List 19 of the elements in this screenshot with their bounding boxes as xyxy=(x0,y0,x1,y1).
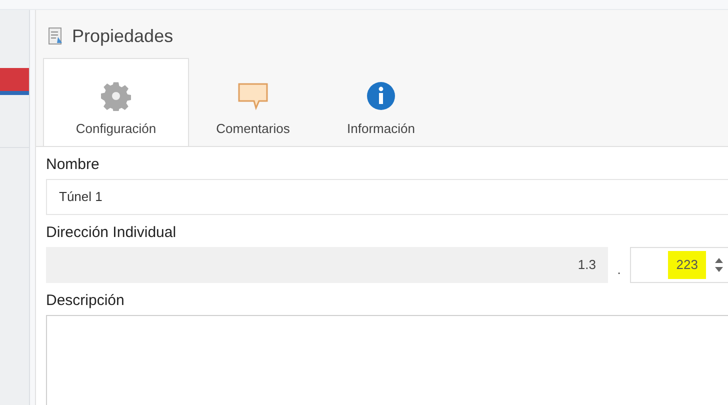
field-label: Nombre xyxy=(46,155,100,175)
document-icon xyxy=(48,27,64,45)
selection-bar xyxy=(0,68,29,95)
info-icon xyxy=(366,80,396,110)
address-number-field[interactable]: 223 xyxy=(630,247,728,283)
tab[interactable]: Información xyxy=(317,58,445,146)
field-label: Dirección Individual xyxy=(46,223,178,243)
tab[interactable]: Comentarios xyxy=(189,58,317,146)
panel-title: Propiedades xyxy=(72,24,174,48)
speech-bubble-icon xyxy=(237,80,269,110)
field-label: Descripción xyxy=(46,291,126,311)
address-number: 223 xyxy=(668,251,706,279)
gear-icon xyxy=(101,80,131,110)
spinner-icon[interactable] xyxy=(714,256,724,274)
name-field[interactable]: Túnel 1 xyxy=(46,179,728,215)
description-field[interactable] xyxy=(46,315,728,405)
tab[interactable]: Configuración xyxy=(43,58,189,146)
separator-dot: . xyxy=(616,260,622,278)
address-prefix-field: 1.3 xyxy=(46,247,608,283)
